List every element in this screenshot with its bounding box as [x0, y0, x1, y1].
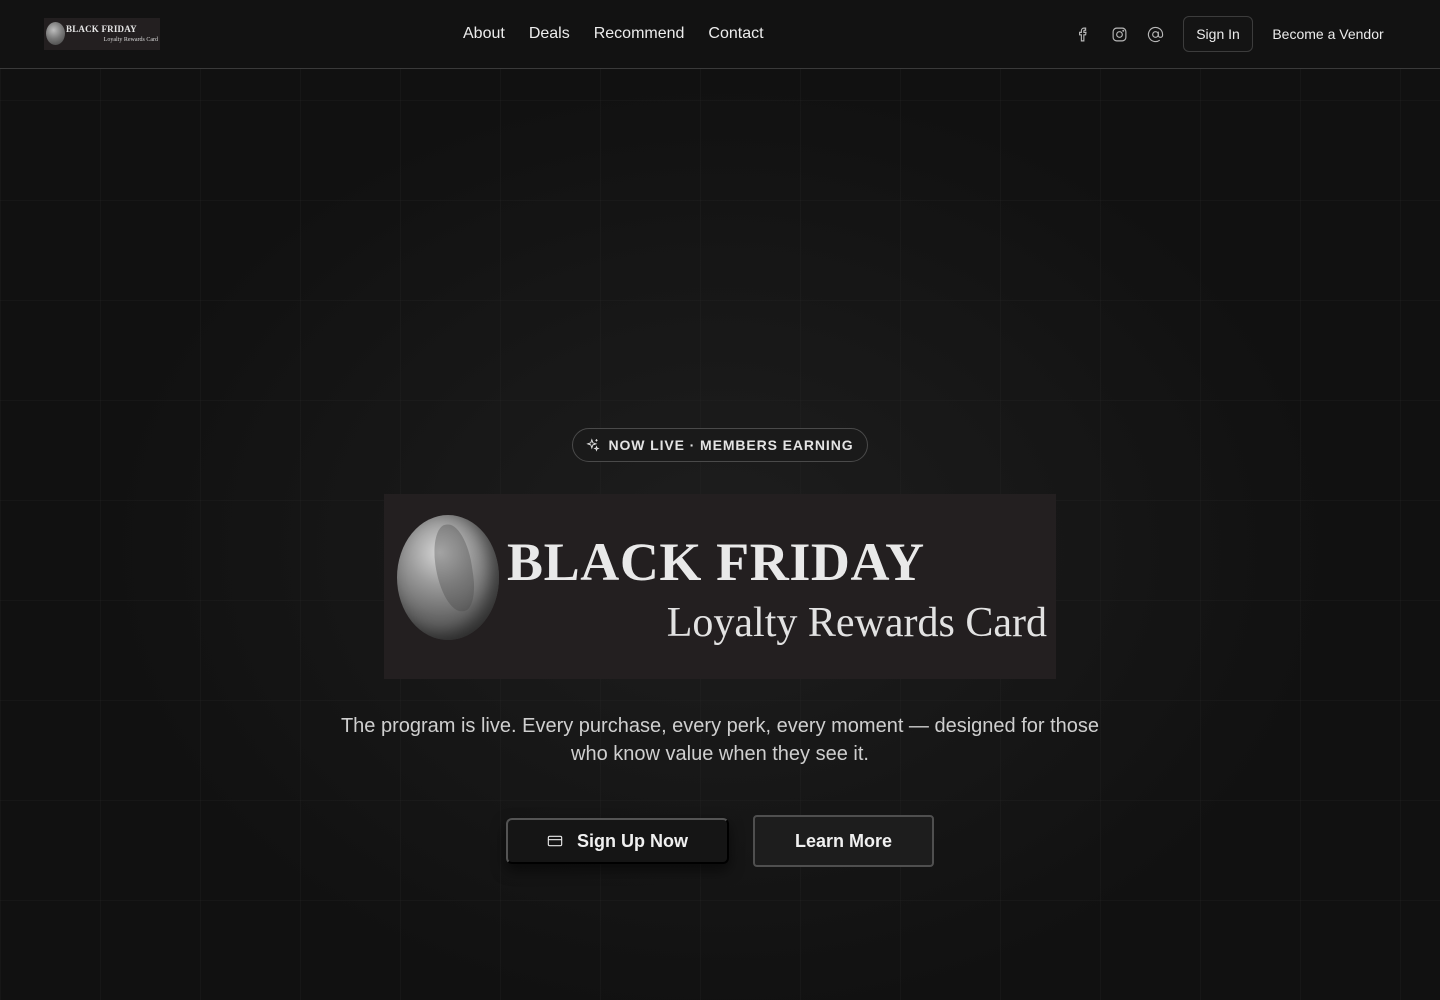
at-sign-icon[interactable] — [1145, 24, 1165, 44]
sign-in-button[interactable]: Sign In — [1183, 16, 1253, 52]
globe-icon — [46, 22, 65, 45]
main-nav: About Deals Recommend Contact — [463, 24, 764, 44]
learn-more-button[interactable]: Learn More — [753, 815, 934, 867]
nav-link-contact[interactable]: Contact — [708, 24, 763, 44]
logo-title: BLACK FRIDAY — [66, 24, 137, 34]
logo-subtitle: Loyalty Rewards Card — [103, 37, 158, 43]
site-header: BLACK FRIDAY Loyalty Rewards Card About … — [0, 0, 1440, 69]
hero-tagline: The program is live. Every purchase, eve… — [340, 715, 1100, 765]
sign-up-now-label: Sign Up Now — [577, 830, 688, 851]
nav-link-about[interactable]: About — [463, 24, 505, 44]
nav-link-deals[interactable]: Deals — [529, 24, 570, 44]
status-badge: NOW LIVE · MEMBERS EARNING — [572, 428, 868, 462]
become-vendor-link[interactable]: Become a Vendor — [1262, 16, 1394, 52]
hero-logo-subtitle: Loyalty Rewards Card — [666, 600, 1047, 646]
instagram-icon[interactable] — [1109, 24, 1129, 44]
facebook-icon[interactable] — [1073, 24, 1093, 44]
sign-up-now-button[interactable]: Sign Up Now — [506, 818, 729, 864]
hero-logo-title: BLACK FRIDAY — [507, 532, 925, 592]
social-links — [1073, 24, 1165, 44]
nav-link-recommend[interactable]: Recommend — [594, 24, 685, 44]
sparkles-icon — [586, 438, 601, 452]
hero-logo: BLACK FRIDAY Loyalty Rewards Card — [384, 494, 1056, 679]
site-logo[interactable]: BLACK FRIDAY Loyalty Rewards Card — [44, 18, 160, 50]
credit-card-icon — [547, 835, 563, 847]
status-badge-text: NOW LIVE · MEMBERS EARNING — [608, 437, 854, 453]
